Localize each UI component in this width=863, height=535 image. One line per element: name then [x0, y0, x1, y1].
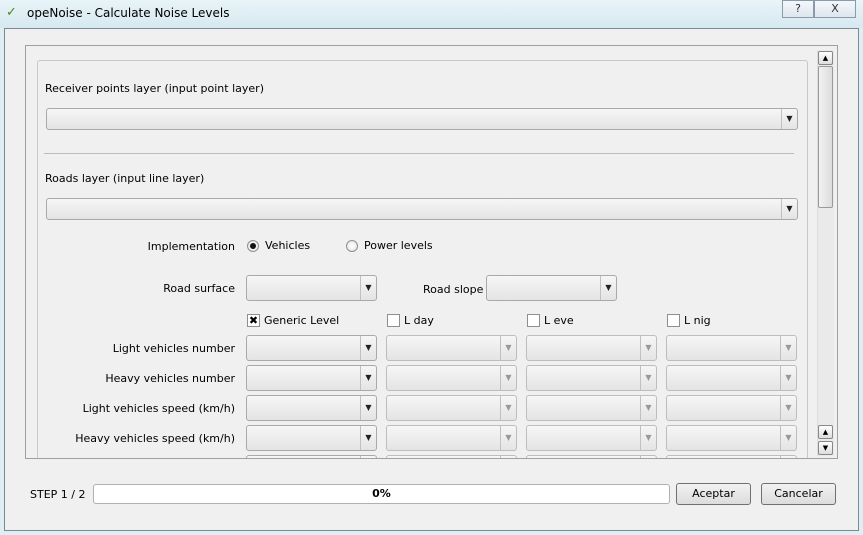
close-button[interactable]: X [814, 0, 856, 18]
chevron-down-icon: ▼ [781, 199, 797, 219]
road-surface-label: Road surface [35, 282, 235, 295]
value-combo[interactable]: ▼ [666, 335, 797, 361]
chevron-down-icon: ▼ [360, 396, 376, 420]
app-icon: ✓ [6, 6, 20, 20]
value-combo[interactable]: ▼ [246, 365, 377, 391]
chevron-down-icon: ▼ [640, 456, 656, 459]
chevron-down-icon: ▼ [780, 336, 796, 360]
value-combo[interactable]: ▼ [246, 395, 377, 421]
step-label: STEP 1 / 2 [30, 488, 85, 501]
value-combo[interactable]: ▼ [246, 455, 377, 459]
chevron-down-icon: ▼ [640, 366, 656, 390]
checkbox-l-eve[interactable] [527, 314, 540, 327]
cancel-button[interactable]: Cancelar [761, 483, 836, 505]
scroll-up-icon[interactable]: ▲ [818, 51, 833, 65]
row-label: Heavy vehicles speed (km/h) [35, 432, 235, 445]
checkbox-l-day[interactable] [387, 314, 400, 327]
road-slope-label: Road slope [423, 283, 483, 296]
scrollbar-thumb[interactable] [818, 66, 833, 208]
chevron-down-icon: ▼ [500, 366, 516, 390]
receiver-label: Receiver points layer (input point layer… [45, 82, 264, 95]
value-combo[interactable]: ▼ [386, 395, 517, 421]
chevron-down-icon: ▼ [640, 396, 656, 420]
help-button[interactable]: ? [782, 0, 814, 18]
window-title: opeNoise - Calculate Noise Levels [27, 6, 229, 20]
checkbox-l-nig[interactable] [667, 314, 680, 327]
implementation-label: Implementation [35, 240, 235, 253]
progress-bar: 0% [93, 484, 670, 504]
road-slope-combo[interactable]: ▼ [486, 275, 617, 301]
chevron-down-icon: ▼ [360, 336, 376, 360]
value-combo[interactable]: ▼ [386, 455, 517, 459]
radio-vehicles-label: Vehicles [265, 239, 310, 252]
radio-power-levels[interactable] [346, 240, 358, 252]
chevron-down-icon: ▼ [500, 456, 516, 459]
radio-vehicles[interactable] [247, 240, 259, 252]
scroll-area: Receiver points layer (input point layer… [25, 45, 838, 459]
checkbox-label: L day [404, 314, 434, 327]
chevron-down-icon: ▼ [500, 426, 516, 450]
chevron-down-icon: ▼ [360, 366, 376, 390]
scroll-down-icon[interactable]: ▼ [818, 441, 833, 455]
chevron-down-icon: ▼ [360, 426, 376, 450]
checkbox-label: L eve [544, 314, 574, 327]
chevron-down-icon: ▼ [360, 456, 376, 459]
chevron-down-icon: ▼ [640, 336, 656, 360]
value-combo[interactable]: ▼ [666, 365, 797, 391]
value-combo[interactable]: ▼ [526, 335, 657, 361]
value-combo[interactable]: ▼ [386, 365, 517, 391]
row-label: Light vehicles speed (km/h) [35, 402, 235, 415]
road-surface-combo[interactable]: ▼ [246, 275, 377, 301]
receiver-layer-combo[interactable]: ▼ [46, 108, 798, 130]
checkbox-generic-level[interactable]: ✖ [247, 314, 260, 327]
checkbox-label: L nig [684, 314, 711, 327]
value-combo[interactable]: ▼ [246, 425, 377, 451]
value-combo[interactable]: ▼ [526, 455, 657, 459]
chevron-down-icon: ▼ [780, 456, 796, 459]
chevron-down-icon: ▼ [500, 336, 516, 360]
chevron-down-icon: ▼ [781, 109, 797, 129]
row-label: Light vehicles number [35, 342, 235, 355]
chevron-down-icon: ▼ [780, 426, 796, 450]
radio-power-label: Power levels [364, 239, 433, 252]
divider [44, 153, 794, 154]
chevron-down-icon: ▼ [500, 396, 516, 420]
chevron-down-icon: ▼ [360, 276, 376, 300]
chevron-down-icon: ▼ [640, 426, 656, 450]
chevron-down-icon: ▼ [600, 276, 616, 300]
roads-label: Roads layer (input line layer) [45, 172, 204, 185]
checkbox-label: Generic Level [264, 314, 339, 327]
value-combo[interactable]: ▼ [386, 335, 517, 361]
value-combo[interactable]: ▼ [666, 425, 797, 451]
value-combo[interactable]: ▼ [526, 365, 657, 391]
value-combo[interactable]: ▼ [526, 395, 657, 421]
value-combo[interactable]: ▼ [666, 455, 797, 459]
accept-button[interactable]: Aceptar [676, 483, 751, 505]
roads-layer-combo[interactable]: ▼ [46, 198, 798, 220]
chevron-down-icon: ▼ [780, 366, 796, 390]
scroll-up-icon[interactable]: ▲ [818, 425, 833, 439]
value-combo[interactable]: ▼ [246, 335, 377, 361]
value-combo[interactable]: ▼ [666, 395, 797, 421]
value-combo[interactable]: ▼ [526, 425, 657, 451]
row-label: Heavy vehicles number [35, 372, 235, 385]
value-combo[interactable]: ▼ [386, 425, 517, 451]
chevron-down-icon: ▼ [780, 396, 796, 420]
